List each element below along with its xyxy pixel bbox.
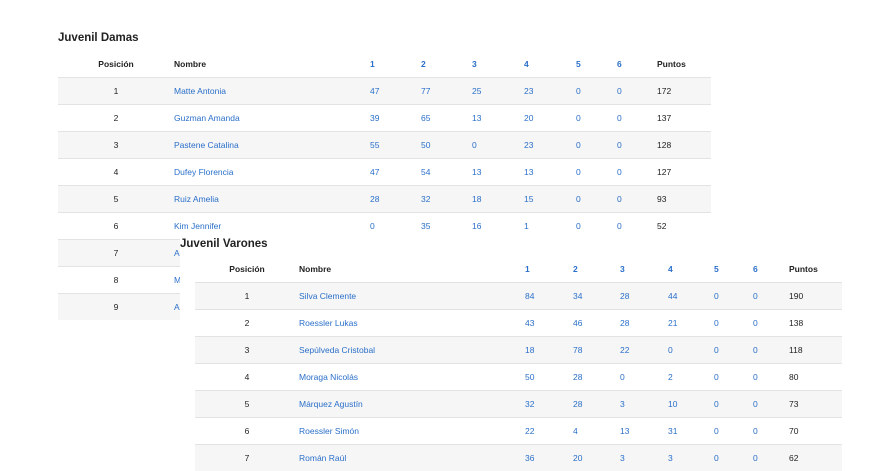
- round-score-link[interactable]: 4: [573, 418, 620, 445]
- player-name-link[interactable]: Roessler Simón: [299, 418, 525, 445]
- round-score-link[interactable]: 22: [620, 337, 668, 364]
- position-cell: 2: [195, 310, 299, 337]
- round-score-link[interactable]: 28: [620, 310, 668, 337]
- points-cell: 62: [789, 445, 842, 471]
- round-score-link[interactable]: 78: [573, 337, 620, 364]
- round-score-link[interactable]: 46: [573, 310, 620, 337]
- juvenil-varones-section: Juvenil Varones PosiciónNombre123456Punt…: [0, 0, 891, 460]
- points-cell: 118: [789, 337, 842, 364]
- round-score-link[interactable]: 0: [753, 364, 789, 391]
- position-cell: 7: [195, 445, 299, 471]
- round-score-link[interactable]: 20: [573, 445, 620, 471]
- table-row: 1Silva Clemente8434284400190: [195, 283, 842, 310]
- round-score-link[interactable]: 10: [668, 391, 714, 418]
- round-score-link[interactable]: 0: [620, 364, 668, 391]
- round-score-link[interactable]: 18: [525, 337, 573, 364]
- position-cell: 3: [195, 337, 299, 364]
- round-score-link[interactable]: 28: [573, 364, 620, 391]
- header-puntos: Puntos: [789, 256, 842, 283]
- table-row: 2Roessler Lukas4346282100138: [195, 310, 842, 337]
- round-score-link[interactable]: 0: [714, 364, 753, 391]
- round-score-link[interactable]: 0: [753, 310, 789, 337]
- round-score-link[interactable]: 3: [668, 445, 714, 471]
- header-nombre: Nombre: [299, 256, 525, 283]
- round-score-link[interactable]: 28: [573, 391, 620, 418]
- player-name-link[interactable]: Román Raúl: [299, 445, 525, 471]
- table-row: 5Márquez Agustín32283100073: [195, 391, 842, 418]
- round-score-link[interactable]: 0: [714, 283, 753, 310]
- round-score-link[interactable]: 0: [753, 391, 789, 418]
- header-round-2[interactable]: 2: [573, 256, 620, 283]
- round-score-link[interactable]: 34: [573, 283, 620, 310]
- table-row: 7Román Raúl3620330062: [195, 445, 842, 471]
- points-cell: 80: [789, 364, 842, 391]
- header-posicion: Posición: [195, 256, 299, 283]
- round-score-link[interactable]: 0: [753, 337, 789, 364]
- round-score-link[interactable]: 0: [753, 418, 789, 445]
- round-score-link[interactable]: 43: [525, 310, 573, 337]
- round-score-link[interactable]: 0: [753, 283, 789, 310]
- header-round-6[interactable]: 6: [753, 256, 789, 283]
- round-score-link[interactable]: 22: [525, 418, 573, 445]
- section-title: Juvenil Varones: [180, 238, 268, 250]
- table-row: 4Moraga Nicolás5028020080: [195, 364, 842, 391]
- table-row: 6Roessler Simón22413310070: [195, 418, 842, 445]
- points-cell: 138: [789, 310, 842, 337]
- player-name-link[interactable]: Moraga Nicolás: [299, 364, 525, 391]
- round-score-link[interactable]: 21: [668, 310, 714, 337]
- position-cell: 4: [195, 364, 299, 391]
- table-header-row: PosiciónNombre123456Puntos: [195, 256, 842, 283]
- table-row: 3Sepúlveda Cristobal187822000118: [195, 337, 842, 364]
- player-name-link[interactable]: Sepúlveda Cristobal: [299, 337, 525, 364]
- round-score-link[interactable]: 0: [714, 445, 753, 471]
- round-score-link[interactable]: 36: [525, 445, 573, 471]
- player-name-link[interactable]: Silva Clemente: [299, 283, 525, 310]
- round-score-link[interactable]: 28: [620, 283, 668, 310]
- points-cell: 70: [789, 418, 842, 445]
- round-score-link[interactable]: 50: [525, 364, 573, 391]
- round-score-link[interactable]: 0: [714, 418, 753, 445]
- round-score-link[interactable]: 44: [668, 283, 714, 310]
- header-round-5[interactable]: 5: [714, 256, 753, 283]
- round-score-link[interactable]: 84: [525, 283, 573, 310]
- round-score-link[interactable]: 32: [525, 391, 573, 418]
- round-score-link[interactable]: 2: [668, 364, 714, 391]
- points-cell: 73: [789, 391, 842, 418]
- round-score-link[interactable]: 31: [668, 418, 714, 445]
- player-name-link[interactable]: Márquez Agustín: [299, 391, 525, 418]
- round-score-link[interactable]: 13: [620, 418, 668, 445]
- position-cell: 1: [195, 283, 299, 310]
- standings-table: PosiciónNombre123456Puntos 1Silva Clemen…: [195, 256, 842, 471]
- header-round-4[interactable]: 4: [668, 256, 714, 283]
- round-score-link[interactable]: 0: [714, 337, 753, 364]
- round-score-link[interactable]: 0: [714, 391, 753, 418]
- position-cell: 6: [195, 418, 299, 445]
- round-score-link[interactable]: 0: [714, 310, 753, 337]
- header-round-3[interactable]: 3: [620, 256, 668, 283]
- position-cell: 5: [195, 391, 299, 418]
- player-name-link[interactable]: Roessler Lukas: [299, 310, 525, 337]
- round-score-link[interactable]: 3: [620, 391, 668, 418]
- round-score-link[interactable]: 3: [620, 445, 668, 471]
- header-round-1[interactable]: 1: [525, 256, 573, 283]
- round-score-link[interactable]: 0: [753, 445, 789, 471]
- round-score-link[interactable]: 0: [668, 337, 714, 364]
- points-cell: 190: [789, 283, 842, 310]
